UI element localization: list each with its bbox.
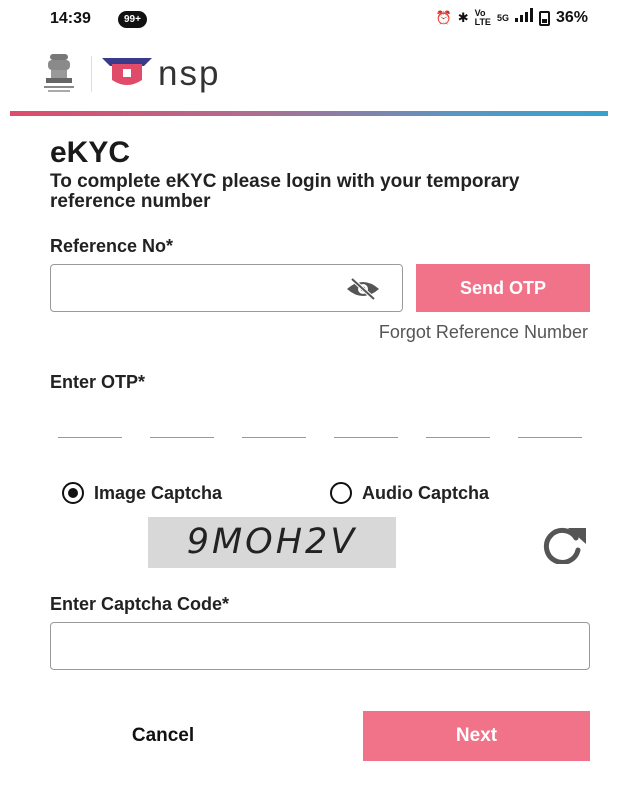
captcha-code-label: Enter Captcha Code* [50,594,230,614]
captcha-code-input[interactable] [50,622,590,670]
reference-field [50,264,403,312]
volte-label: Vo LTE [474,8,491,27]
otp-digit-1[interactable] [58,420,122,438]
forgot-reference-link[interactable]: Forgot Reference Number [379,322,588,343]
otp-label: Enter OTP* [50,372,146,392]
header-separator [91,56,92,92]
captcha-text: 9MOH2V [186,522,358,562]
battery-percent: 36% [555,9,588,26]
send-otp-button[interactable]: Send OTP [416,264,590,312]
radio-image-captcha-label: Image Captcha [94,482,223,503]
page-title: eKYC [50,136,131,169]
notification-badge: 99+ [118,11,147,28]
radio-audio-captcha-label: Audio Captcha [362,482,490,503]
network-type-label: 5G [496,12,509,23]
cancel-button[interactable]: Cancel [90,711,236,761]
otp-digit-4[interactable] [334,420,398,438]
radio-unchecked-icon [330,482,352,504]
status-time: 14:39 [50,10,91,27]
header-gradient-bar [10,111,608,116]
otp-inputs [58,420,582,440]
otp-digit-6[interactable] [518,420,582,438]
refresh-icon[interactable] [532,524,590,564]
status-icons: ⏰ ✱ Vo LTE 5G 36% [436,8,588,28]
radio-checked-icon [62,482,84,504]
eye-slash-icon[interactable] [344,278,382,300]
otp-digit-2[interactable] [150,420,214,438]
nsp-logo-icon [102,58,152,85]
battery-icon [538,10,550,26]
radio-image-captcha[interactable]: Image Captcha [62,482,222,504]
otp-digit-3[interactable] [242,420,306,438]
reference-input[interactable] [51,265,331,311]
alarm-icon: ⏰ [435,10,452,25]
next-button[interactable]: Next [363,711,590,761]
status-bar: 14:39 99+ ⏰ ✱ Vo LTE 5G 36% [0,0,618,40]
captcha-image: 9MOH2V [148,517,396,568]
radio-audio-captcha[interactable]: Audio Captcha [330,482,489,504]
otp-digit-5[interactable] [426,420,490,438]
reference-label: Reference No* [50,236,174,256]
national-emblem-icon [44,54,74,92]
app-header: nsp [0,48,618,112]
signal-icon [514,8,533,28]
page-subtitle: To complete eKYC please login with your … [50,171,520,212]
nsp-logo-text: nsp [158,54,221,93]
bluetooth-icon: ✱ [457,10,469,25]
